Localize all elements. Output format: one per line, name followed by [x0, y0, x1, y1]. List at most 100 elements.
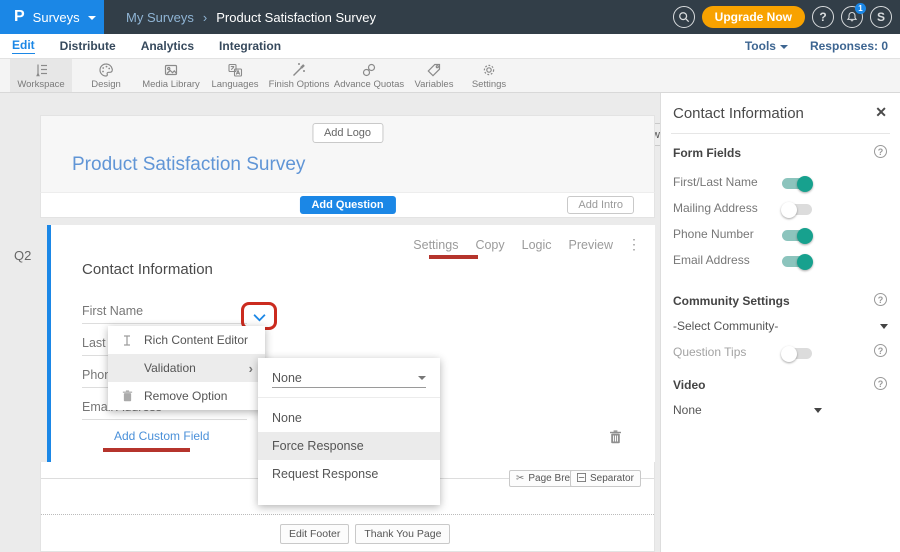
validation-options: None Force Response Request Response: [258, 404, 440, 488]
community-settings-heading: Community Settings: [673, 294, 790, 308]
form-fields-heading: Form Fields: [673, 146, 741, 160]
question-settings-button[interactable]: Settings: [413, 238, 458, 252]
search-icon[interactable]: [673, 6, 695, 28]
tab-edit[interactable]: Edit: [12, 38, 35, 54]
editor-toolbar: Workspace Design Media Library Languages…: [0, 59, 900, 93]
breadcrumb-parent[interactable]: My Surveys: [126, 10, 194, 25]
product-switcher[interactable]: P Surveys: [0, 0, 104, 34]
validation-popup: None None Force Response Request Respons…: [258, 358, 440, 505]
help-icon[interactable]: ?: [874, 293, 887, 306]
toggle-mailing-address[interactable]: [782, 204, 812, 215]
help-icon[interactable]: ?: [874, 344, 887, 357]
question-settings-sidebar: Contact Information ✕ Form Fields ? Firs…: [660, 93, 900, 552]
chevron-down-icon: [88, 16, 96, 20]
toggle-label-first-last-name: First/Last Name: [673, 175, 758, 189]
questionpro-survey-editor: P Surveys My Surveys › Product Satisfact…: [0, 0, 900, 552]
tag-icon: [426, 62, 442, 78]
tools-label: Tools: [745, 39, 776, 53]
toggle-phone-number[interactable]: [782, 230, 812, 241]
close-icon[interactable]: ✕: [875, 104, 887, 121]
upgrade-now-button[interactable]: Upgrade Now: [702, 6, 805, 28]
edit-footer-button[interactable]: Edit Footer: [280, 524, 349, 544]
help-icon[interactable]: ?: [874, 377, 887, 390]
image-icon: [163, 62, 179, 78]
avatar[interactable]: S: [870, 6, 892, 28]
menu-item-validation[interactable]: Validation ›: [108, 354, 265, 382]
separator-icon: [577, 473, 586, 485]
add-logo-button[interactable]: Add Logo: [312, 123, 383, 143]
toolbar-design[interactable]: Design: [78, 59, 134, 92]
product-menu-label: Surveys: [33, 10, 80, 25]
notification-badge: 1: [855, 3, 866, 14]
validation-selected-value: None: [272, 371, 302, 385]
delete-question-trash-icon[interactable]: [609, 430, 622, 449]
breadcrumb: My Surveys › Product Satisfaction Survey: [126, 0, 376, 34]
annotation-underline-add-custom-field: [103, 448, 190, 452]
toggle-first-last-name[interactable]: [782, 178, 812, 189]
scissors-icon: ✂: [516, 473, 524, 484]
footer-dotted-divider: [41, 514, 654, 515]
breadcrumb-current: Product Satisfaction Survey: [216, 10, 376, 25]
help-icon[interactable]: ?: [812, 6, 834, 28]
questionpro-logo-icon: P: [14, 8, 25, 26]
add-question-button[interactable]: Add Question: [299, 196, 395, 214]
validation-select[interactable]: None: [272, 369, 426, 388]
add-question-row: Add Question Add Intro: [40, 192, 655, 218]
tab-integration[interactable]: Integration: [219, 39, 281, 54]
question-code: Q2: [14, 248, 31, 263]
menu-item-remove-option[interactable]: Remove Option: [108, 382, 265, 410]
toggle-question-tips[interactable]: [782, 348, 812, 359]
select-community-dropdown[interactable]: -Select Community-: [673, 319, 888, 333]
dropdown-caret-icon: [418, 376, 426, 380]
toggle-email-address[interactable]: [782, 256, 812, 267]
add-intro-button[interactable]: Add Intro: [567, 196, 634, 214]
toggle-label-email-address: Email Address: [673, 253, 750, 267]
translate-icon: [227, 62, 243, 78]
tools-menu[interactable]: Tools: [745, 39, 788, 53]
wand-icon: [291, 62, 307, 78]
question-title[interactable]: Contact Information: [82, 261, 213, 278]
add-custom-field-link[interactable]: Add Custom Field: [114, 429, 209, 443]
toggle-label-mailing-address: Mailing Address: [673, 201, 758, 215]
thank-you-page-button[interactable]: Thank You Page: [355, 524, 450, 544]
field-context-menu: Rich Content Editor Validation › Remove …: [108, 326, 265, 410]
toolbar-media-library[interactable]: Media Library: [138, 59, 204, 92]
responses-count[interactable]: Responses: 0: [810, 39, 888, 53]
divider: [671, 133, 890, 134]
workspace-icon: [33, 62, 49, 78]
toggle-label-question-tips: Question Tips: [673, 345, 746, 359]
separator-button[interactable]: Separator: [570, 470, 641, 487]
toolbar-finish-options[interactable]: Finish Options: [266, 59, 332, 92]
option-force-response[interactable]: Force Response: [258, 432, 440, 460]
option-none[interactable]: None: [258, 404, 440, 432]
toolbar-settings[interactable]: Settings: [462, 59, 516, 92]
toggle-label-phone-number: Phone Number: [673, 227, 754, 241]
divider: [258, 397, 440, 398]
question-preview-button[interactable]: Preview: [569, 238, 613, 252]
question-action-menu: Settings Copy Logic Preview: [413, 238, 613, 252]
video-dropdown[interactable]: None: [673, 403, 822, 417]
toolbar-variables[interactable]: Variables: [406, 59, 462, 92]
more-options-icon[interactable]: ⋮: [627, 236, 641, 252]
help-icon[interactable]: ?: [874, 145, 887, 158]
dropdown-caret-icon: [880, 324, 888, 329]
sidebar-title: Contact Information: [673, 105, 804, 122]
breadcrumb-separator: ›: [203, 10, 207, 25]
toolbar-languages[interactable]: Languages: [206, 59, 264, 92]
toolbar-advance-quotas[interactable]: Advance Quotas: [334, 59, 404, 92]
tab-analytics[interactable]: Analytics: [141, 39, 194, 54]
menu-item-rich-content-editor[interactable]: Rich Content Editor: [108, 326, 265, 354]
survey-title[interactable]: Product Satisfaction Survey: [72, 154, 305, 176]
notifications-bell-icon[interactable]: 1: [841, 6, 863, 28]
question-logic-button[interactable]: Logic: [522, 238, 552, 252]
chevron-down-icon: [780, 45, 788, 49]
annotation-underline-settings: [429, 255, 478, 259]
field-first-name[interactable]: First Name: [82, 300, 247, 324]
palette-icon: [98, 62, 114, 78]
toolbar-workspace[interactable]: Workspace: [10, 59, 72, 92]
option-request-response[interactable]: Request Response: [258, 460, 440, 488]
submenu-chevron-icon: ›: [249, 361, 253, 376]
top-bar: P Surveys My Surveys › Product Satisfact…: [0, 0, 900, 34]
question-copy-button[interactable]: Copy: [475, 238, 504, 252]
tab-distribute[interactable]: Distribute: [60, 39, 116, 54]
